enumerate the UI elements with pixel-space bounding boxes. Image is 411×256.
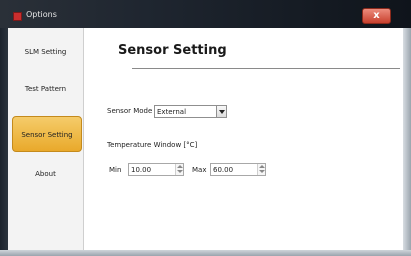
sidebar-item-label: Sensor Setting (21, 131, 73, 139)
content-panel: Sensor Setting Sensor Mode External Temp… (84, 28, 403, 256)
chevron-down-icon[interactable] (216, 105, 227, 118)
sidebar-item-about[interactable]: About (10, 156, 81, 192)
sidebar-item-label: SLM Setting (24, 48, 67, 56)
max-temperature-stepper[interactable]: 60.00 (210, 163, 266, 176)
options-window: Options x SLM Setting Test Pattern Senso… (0, 0, 411, 256)
window-frame-bottom (0, 250, 411, 256)
app-icon (13, 12, 22, 21)
sensor-mode-label: Sensor Mode (107, 107, 153, 115)
sidebar-item-sensor-setting[interactable]: Sensor Setting (12, 116, 82, 152)
close-button[interactable]: x (362, 8, 391, 24)
window-frame-left (0, 28, 8, 256)
stepper-arrows-icon[interactable] (257, 164, 265, 175)
min-label: Min (109, 166, 122, 174)
stepper-arrows-icon[interactable] (175, 164, 183, 175)
sidebar-item-label: About (35, 170, 56, 178)
heading-divider (132, 68, 400, 69)
sensor-mode-select[interactable]: External (154, 105, 227, 118)
max-label: Max (192, 166, 207, 174)
title-bar[interactable]: Options x (0, 0, 411, 28)
page-title: Sensor Setting (118, 43, 227, 58)
window-frame-right (403, 28, 411, 256)
max-temperature-value: 60.00 (213, 166, 234, 174)
sidebar-item-label: Test Pattern (24, 85, 67, 93)
min-temperature-value: 10.00 (131, 166, 152, 174)
sidebar: SLM Setting Test Pattern Sensor Setting … (8, 28, 84, 256)
temperature-window-label: Temperature Window [°C] (107, 141, 198, 149)
sidebar-item-slm-setting[interactable]: SLM Setting (10, 34, 81, 70)
close-icon: x (373, 10, 380, 21)
min-temperature-stepper[interactable]: 10.00 (128, 163, 184, 176)
sidebar-item-test-pattern[interactable]: Test Pattern (10, 71, 81, 107)
sensor-mode-value: External (157, 108, 187, 116)
window-title: Options (26, 10, 57, 19)
